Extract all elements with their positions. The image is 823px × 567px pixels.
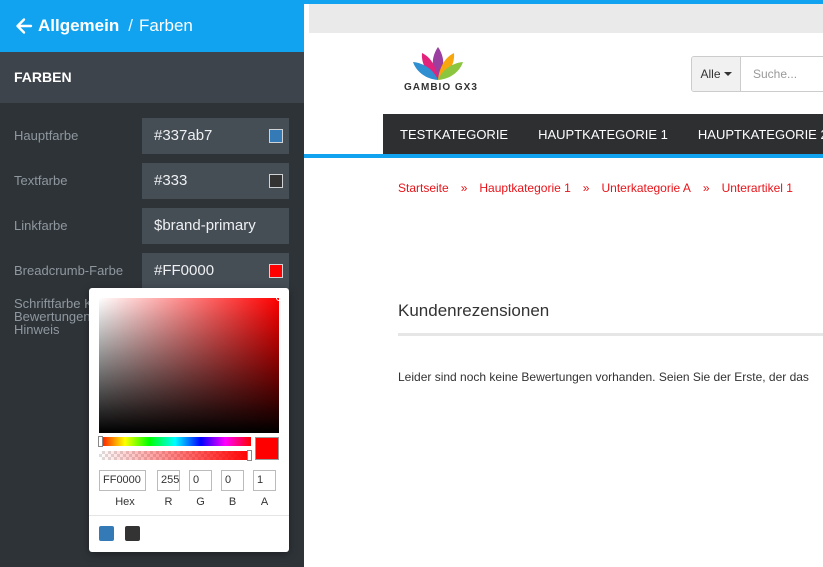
search-bar: Alle Suche... xyxy=(691,56,823,92)
breadcrumb-allgemein[interactable]: Allgemein xyxy=(38,16,119,36)
breadcrumb-separator-icon: » xyxy=(460,181,468,195)
picker-divider xyxy=(89,515,289,516)
textfarbe-label: Textfarbe xyxy=(14,173,68,188)
nav-item-testkategorie[interactable]: TESTKATEGORIE xyxy=(400,127,508,142)
schriftfarbe-label: Schriftfarbe K Bewertungen Hinweis xyxy=(14,297,94,336)
schriftfarbe-label-line: Hinweis xyxy=(14,322,60,336)
alpha-slider-handle[interactable] xyxy=(247,450,252,461)
saturation-cursor[interactable] xyxy=(276,295,282,301)
preset-swatch-blue[interactable] xyxy=(99,526,114,541)
review-message: Leider sind noch keine Bewertungen vorha… xyxy=(398,370,809,384)
breadcrumb-unterartikel[interactable]: Unterartikel 1 xyxy=(722,181,793,195)
search-category-select[interactable]: Alle xyxy=(692,57,741,91)
caret-down-icon xyxy=(723,72,732,76)
hex-label: Hex xyxy=(115,496,135,508)
hue-slider-handle[interactable] xyxy=(98,436,103,447)
color-preview xyxy=(255,437,279,460)
breadcrumb-startseite[interactable]: Startseite xyxy=(398,181,449,195)
b-input[interactable]: 0 xyxy=(221,470,244,491)
a-input[interactable]: 1 xyxy=(253,470,276,491)
breadcrumb-current: Farben xyxy=(138,16,193,35)
linkfarbe-value: $brand-primary xyxy=(154,217,256,234)
search-input[interactable]: Suche... xyxy=(741,57,823,91)
hauptfarbe-label: Hauptfarbe xyxy=(14,128,79,143)
r-label: R xyxy=(164,496,173,508)
hauptfarbe-swatch[interactable] xyxy=(269,129,283,143)
g-input[interactable]: 0 xyxy=(189,470,212,491)
hex-input[interactable]: FF0000 xyxy=(99,470,146,491)
page-title: Kundenrezensionen xyxy=(398,301,550,320)
breadcrumb-hauptkategorie[interactable]: Hauptkategorie 1 xyxy=(479,181,570,195)
hue-slider[interactable] xyxy=(98,436,251,447)
breadcrumb-separator: / xyxy=(128,16,133,35)
alpha-slider[interactable] xyxy=(99,450,252,461)
a-label: A xyxy=(260,496,269,508)
preset-swatch-dark[interactable] xyxy=(125,526,140,541)
arrow-left-icon[interactable] xyxy=(14,16,34,36)
main-navigation: TESTKATEGORIE HAUPTKATEGORIE 1 HAUPTKATE… xyxy=(383,114,823,154)
breadcrumb-farbe-swatch[interactable] xyxy=(269,264,283,278)
saturation-area[interactable] xyxy=(99,295,282,433)
color-picker: FF0000 255 0 0 1 Hex R G B A xyxy=(89,288,289,552)
textfarbe-value: #333 xyxy=(154,172,188,189)
hauptfarbe-field[interactable]: #337ab7 xyxy=(142,118,289,154)
top-strip xyxy=(309,4,823,33)
panel-header: Allgemein / Farben xyxy=(0,0,304,52)
heading-divider xyxy=(398,333,823,336)
breadcrumb-separator-icon: » xyxy=(702,181,710,195)
g-label: G xyxy=(196,496,205,508)
breadcrumb-farbe-label: Breadcrumb-Farbe xyxy=(14,263,124,278)
breadcrumb-farbe-field[interactable]: #FF0000 xyxy=(142,253,289,289)
nav-item-hauptkategorie-2[interactable]: HAUPTKATEGORIE 2 xyxy=(698,127,823,142)
section-title: FARBEN xyxy=(0,52,304,103)
breadcrumb-unterkategorie[interactable]: Unterkategorie A xyxy=(601,181,690,195)
r-input[interactable]: 255 xyxy=(157,470,180,491)
search-category-value: Alle xyxy=(700,67,721,81)
b-label: B xyxy=(228,496,237,508)
nav-item-hauptkategorie-1[interactable]: HAUPTKATEGORIE 1 xyxy=(538,127,668,142)
breadcrumb-farbe-value: #FF0000 xyxy=(154,262,215,279)
logo-text: GAMBIO GX3 xyxy=(404,82,478,93)
nav-accent-line xyxy=(304,154,823,158)
linkfarbe-label: Linkfarbe xyxy=(14,218,68,233)
textfarbe-swatch[interactable] xyxy=(269,174,283,188)
breadcrumb-separator-icon: » xyxy=(582,181,590,195)
linkfarbe-field[interactable]: $brand-primary xyxy=(142,208,289,244)
textfarbe-field[interactable]: #333 xyxy=(142,163,289,199)
shop-breadcrumb: Startseite » Hauptkategorie 1 » Unterkategor… xyxy=(398,181,793,195)
hauptfarbe-value: #337ab7 xyxy=(154,127,213,144)
